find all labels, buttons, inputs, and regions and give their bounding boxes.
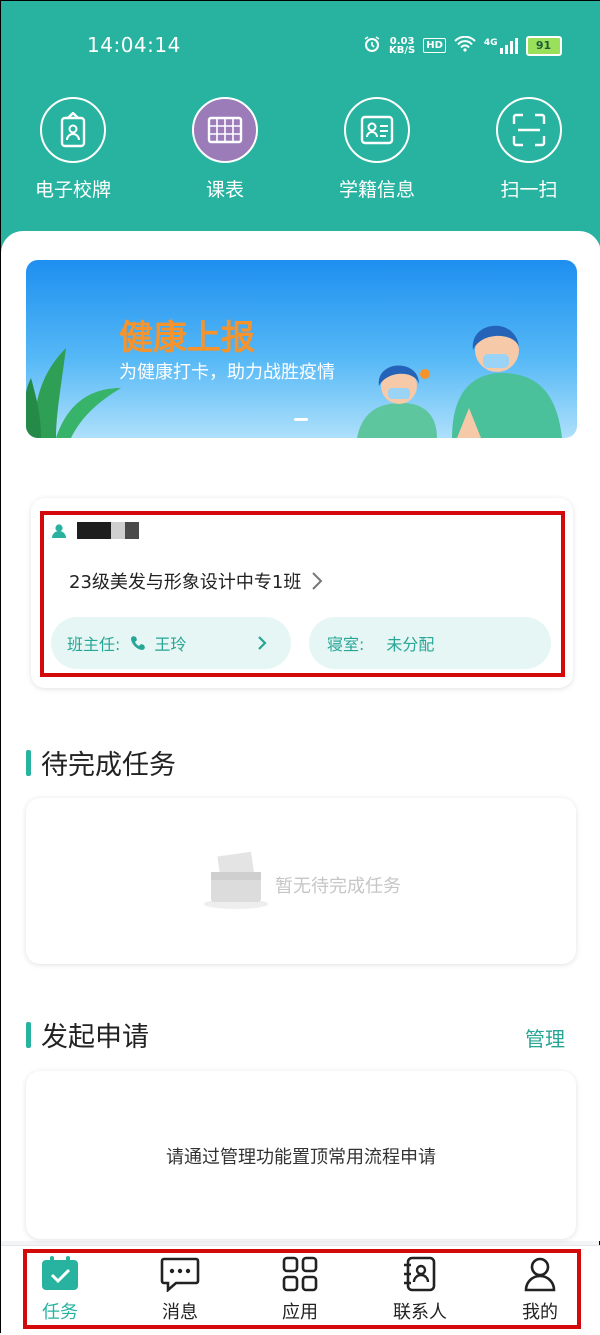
pending-tasks-header: 待完成任务 — [26, 743, 176, 782]
student-record-icon — [344, 97, 410, 163]
net-speed: 0.03 KB/S — [389, 35, 416, 56]
alarm-icon — [363, 35, 381, 56]
apps-icon — [255, 1256, 345, 1292]
section-accent-bar — [26, 749, 31, 776]
chevron-right-icon — [312, 572, 323, 590]
tab-label: 联系人 — [393, 1302, 447, 1323]
applications-title: 发起申请 — [41, 1022, 149, 1053]
dorm-value: 未分配 — [386, 635, 435, 654]
profile-icon — [495, 1256, 585, 1292]
quick-action-label: 课表 — [205, 179, 244, 201]
quick-action-timetable[interactable]: 课表 — [155, 97, 295, 202]
applications-header: 发起申请 — [26, 1015, 149, 1054]
student-name-row — [51, 522, 139, 539]
health-report-banner[interactable]: 健康上报 为健康打卡，助力战胜疫情 — [26, 260, 577, 438]
signal-icon: 4G — [484, 37, 518, 54]
bottom-nav: 任务 消息 应用 联系人 我的 — [1, 1245, 600, 1335]
student-name-redacted — [77, 522, 139, 539]
tab-tasks[interactable]: 任务 — [15, 1256, 105, 1324]
carousel-indicator — [294, 418, 308, 421]
quick-action-label: 扫一扫 — [500, 179, 558, 201]
dorm-info: 寝室: 未分配 — [309, 617, 551, 669]
person-icon — [52, 523, 66, 538]
pending-tasks-title: 待完成任务 — [41, 750, 176, 781]
hd-badge: HD — [423, 38, 446, 53]
class-name-link[interactable]: 23级美发与形象设计中专1班 — [69, 568, 323, 594]
people-illustration — [357, 325, 562, 438]
wifi-icon — [454, 35, 476, 55]
message-icon — [135, 1256, 225, 1292]
quick-action-e-badge[interactable]: 电子校牌 — [3, 97, 143, 202]
dorm-label: 寝室: — [327, 635, 365, 654]
head-teacher-label: 班主任: — [67, 635, 121, 654]
tab-profile[interactable]: 我的 — [495, 1256, 585, 1324]
applications-panel: 请通过管理功能置顶常用流程申请 — [26, 1071, 576, 1239]
manage-button[interactable]: 管理 — [525, 1023, 565, 1052]
tab-label: 我的 — [522, 1302, 558, 1323]
quick-action-label: 学籍信息 — [338, 179, 415, 201]
chevron-right-icon — [258, 636, 267, 650]
status-time: 14:04:14 — [87, 33, 181, 57]
pending-tasks-panel: 暂无待完成任务 — [26, 798, 576, 964]
scan-icon — [496, 97, 562, 163]
banner-title: 健康上报 — [119, 318, 255, 358]
timetable-icon — [192, 97, 258, 163]
status-icons: 0.03 KB/S HD 4G 91 — [363, 35, 562, 56]
tab-label: 应用 — [282, 1302, 318, 1323]
tab-contacts[interactable]: 联系人 — [375, 1256, 465, 1324]
class-name: 23级美发与形象设计中专1班 — [69, 572, 302, 593]
phone-icon — [131, 636, 146, 650]
battery-indicator: 91 — [525, 35, 562, 56]
tab-apps[interactable]: 应用 — [255, 1256, 345, 1324]
status-bar: 14:04:14 0.03 KB/S HD 4G 91 — [1, 29, 600, 63]
head-teacher-button[interactable]: 班主任: 王玲 — [51, 617, 291, 669]
banner-subtitle: 为健康打卡，助力战胜疫情 — [119, 362, 335, 383]
contacts-icon — [375, 1256, 465, 1292]
student-info-card: 23级美发与形象设计中专1班 班主任: 王玲 寝室: 未分配 — [31, 498, 573, 688]
quick-action-student-record[interactable]: 学籍信息 — [307, 97, 447, 202]
tab-label: 消息 — [162, 1302, 198, 1323]
applications-hint: 请通过管理功能置顶常用流程申请 — [166, 1147, 436, 1168]
empty-box-icon — [204, 851, 268, 909]
section-accent-bar — [26, 1021, 31, 1048]
id-badge-icon — [40, 97, 106, 163]
header: 14:04:14 0.03 KB/S HD 4G 91 电子校牌 课表 学籍信息… — [1, 1, 600, 261]
tab-label: 任务 — [42, 1302, 78, 1323]
task-icon — [15, 1256, 105, 1292]
tab-messages[interactable]: 消息 — [135, 1256, 225, 1324]
empty-tasks-text: 暂无待完成任务 — [275, 876, 401, 897]
quick-action-label: 电子校牌 — [34, 179, 111, 201]
quick-action-scan[interactable]: 扫一扫 — [459, 97, 599, 202]
head-teacher-name: 王玲 — [154, 635, 187, 654]
